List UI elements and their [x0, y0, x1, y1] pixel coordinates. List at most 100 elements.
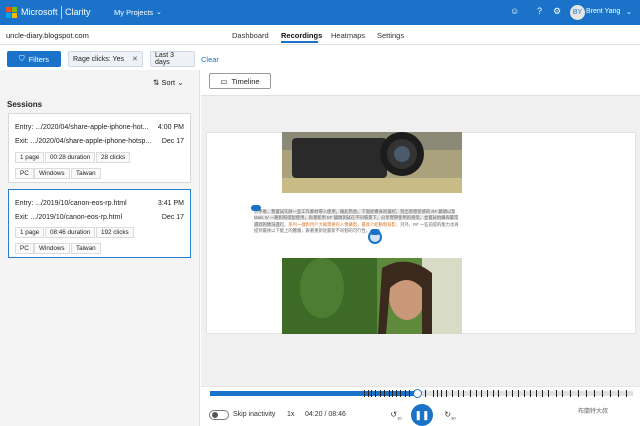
entry-url: Entry: .../2020/04/share-apple-iphone-ho… — [15, 124, 149, 131]
device-tag: PC — [15, 243, 34, 254]
pause-button[interactable]: ❚❚ — [411, 404, 433, 426]
event-tick — [375, 390, 376, 397]
entry-url: Entry: .../2019/10/canon-eos-rp.html — [15, 200, 127, 207]
event-tick — [371, 390, 372, 397]
event-tick — [586, 390, 587, 397]
tab-recordings[interactable]: Recordings — [281, 31, 322, 40]
event-tick — [463, 390, 464, 397]
product-name[interactable]: Clarity — [65, 7, 91, 17]
country-tag: Taiwan — [71, 168, 101, 179]
duration-badge: 08:46 duration — [45, 227, 96, 238]
event-tick — [409, 390, 410, 397]
filter-chip-date-range[interactable]: Last 3 days — [150, 51, 195, 67]
event-tick — [530, 390, 531, 397]
event-tick — [618, 390, 619, 397]
sort-label: Sort — [161, 78, 176, 87]
filters-label: Filters — [28, 54, 50, 64]
article-text: 入手後，我嘗試先將一些工作素材帶入使用，藉此熟悉。下面從機身的操控，到出現感受感… — [254, 209, 460, 235]
event-tick — [570, 390, 571, 397]
user-chevron-down-icon[interactable]: ⌄ — [626, 8, 632, 16]
clicks-badge: 28 clicks — [96, 152, 131, 163]
filter-chip-rage-clicks[interactable]: Rage clicks: Yes ✕ — [68, 51, 143, 67]
microsoft-logo-icon — [6, 7, 17, 18]
sort-icon: ⇅ — [153, 78, 160, 87]
event-tick — [396, 390, 397, 397]
close-icon[interactable]: ✕ — [132, 55, 138, 63]
exit-date: Dec 17 — [161, 214, 184, 221]
speed-button[interactable]: 1x — [287, 411, 294, 418]
exit-date: Dec 17 — [161, 138, 184, 145]
event-tick — [602, 390, 603, 397]
forward-30-button[interactable]: ↻30 — [443, 408, 457, 422]
event-tick — [562, 390, 563, 397]
timeline-icon: ▭ — [220, 76, 228, 86]
timeline-button[interactable]: ▭ Timeline — [209, 73, 271, 89]
clear-filters-link[interactable]: Clear — [201, 55, 219, 64]
chevron-down-icon[interactable]: ⌄ — [156, 8, 162, 16]
pause-icon: ❚❚ — [414, 410, 430, 420]
sort-button[interactable]: ⇅ Sort ⌄ — [153, 78, 184, 87]
help-icon[interactable]: ? — [537, 6, 542, 16]
event-tick — [548, 390, 549, 397]
top-bar: Microsoft Clarity My Projects ⌄ ☺ ? ⚙ BY… — [0, 0, 640, 25]
sessions-title: Sessions — [7, 100, 43, 109]
event-tick — [441, 390, 442, 397]
event-tick — [518, 390, 519, 397]
session-card-selected[interactable]: Entry: .../2019/10/canon-eos-rp.html 3:41… — [8, 189, 191, 258]
gear-icon[interactable]: ⚙ — [553, 6, 561, 17]
event-tick — [498, 390, 499, 397]
event-tick — [493, 390, 494, 397]
event-tick — [380, 390, 381, 397]
feedback-smiley-icon[interactable]: ☺ — [510, 6, 519, 16]
event-tick — [368, 390, 369, 397]
header-divider — [0, 44, 640, 45]
cursor-marker-icon — [251, 205, 261, 211]
playback-progress — [210, 391, 418, 396]
exit-url: Exit: .../2019/10/canon-eos-rp.html — [15, 214, 122, 221]
chip-label: Last 3 days — [155, 52, 175, 66]
event-tick — [536, 390, 537, 397]
rage-click-marker-icon — [368, 230, 382, 244]
skip-inactivity-label: Skip inactivity — [233, 411, 276, 418]
event-tick — [470, 390, 471, 397]
sessions-panel: ⇅ Sort ⌄ Sessions Entry: .../2020/04/sha… — [0, 70, 200, 426]
event-tick — [384, 390, 385, 397]
user-name[interactable]: Brent Yang — [586, 8, 620, 15]
event-tick — [400, 390, 401, 397]
session-card[interactable]: Entry: .../2020/04/share-apple-iphone-ho… — [8, 113, 191, 183]
filters-button[interactable]: ⛉ Filters — [7, 51, 61, 67]
rewind-10-button[interactable]: ↺10 — [389, 408, 403, 422]
watermark: 布蘭特大叔 — [578, 409, 609, 415]
event-tick — [364, 390, 365, 397]
event-tick — [610, 390, 611, 397]
site-name: uncle-diary.blogspot.com — [6, 31, 89, 40]
clicks-badge: 192 clicks — [96, 227, 134, 238]
rewind-seconds: 10 — [397, 415, 402, 421]
tab-dashboard[interactable]: Dashboard — [232, 31, 269, 40]
event-tick — [626, 390, 627, 397]
event-tick — [405, 390, 406, 397]
projects-menu[interactable]: My Projects — [114, 8, 153, 17]
event-tick — [392, 390, 393, 397]
entry-time: 4:00 PM — [157, 124, 184, 131]
portrait-illustration — [282, 258, 462, 334]
os-tag: Windows — [34, 243, 70, 254]
tab-settings[interactable]: Settings — [377, 31, 404, 40]
filter-icon: ⛉ — [18, 54, 25, 63]
event-tick — [481, 390, 482, 397]
playback-scrubber[interactable] — [413, 389, 423, 398]
brand-divider — [61, 6, 62, 19]
playback-divider — [201, 386, 640, 387]
event-tick — [542, 390, 543, 397]
portrait-photo — [282, 258, 462, 334]
os-tag: Windows — [34, 168, 70, 179]
event-tick — [476, 390, 477, 397]
tab-heatmaps[interactable]: Heatmaps — [331, 31, 365, 40]
toggle-knob — [212, 412, 218, 418]
event-tick — [594, 390, 595, 397]
timeline-label: Timeline — [231, 76, 260, 86]
event-tick — [512, 390, 513, 397]
event-tick — [437, 390, 438, 397]
article-paragraph-2: 。系列一樣對用戶大概需要的人像攝影，最後介紹動態錄影， — [284, 221, 401, 227]
avatar[interactable]: BY — [570, 5, 585, 20]
